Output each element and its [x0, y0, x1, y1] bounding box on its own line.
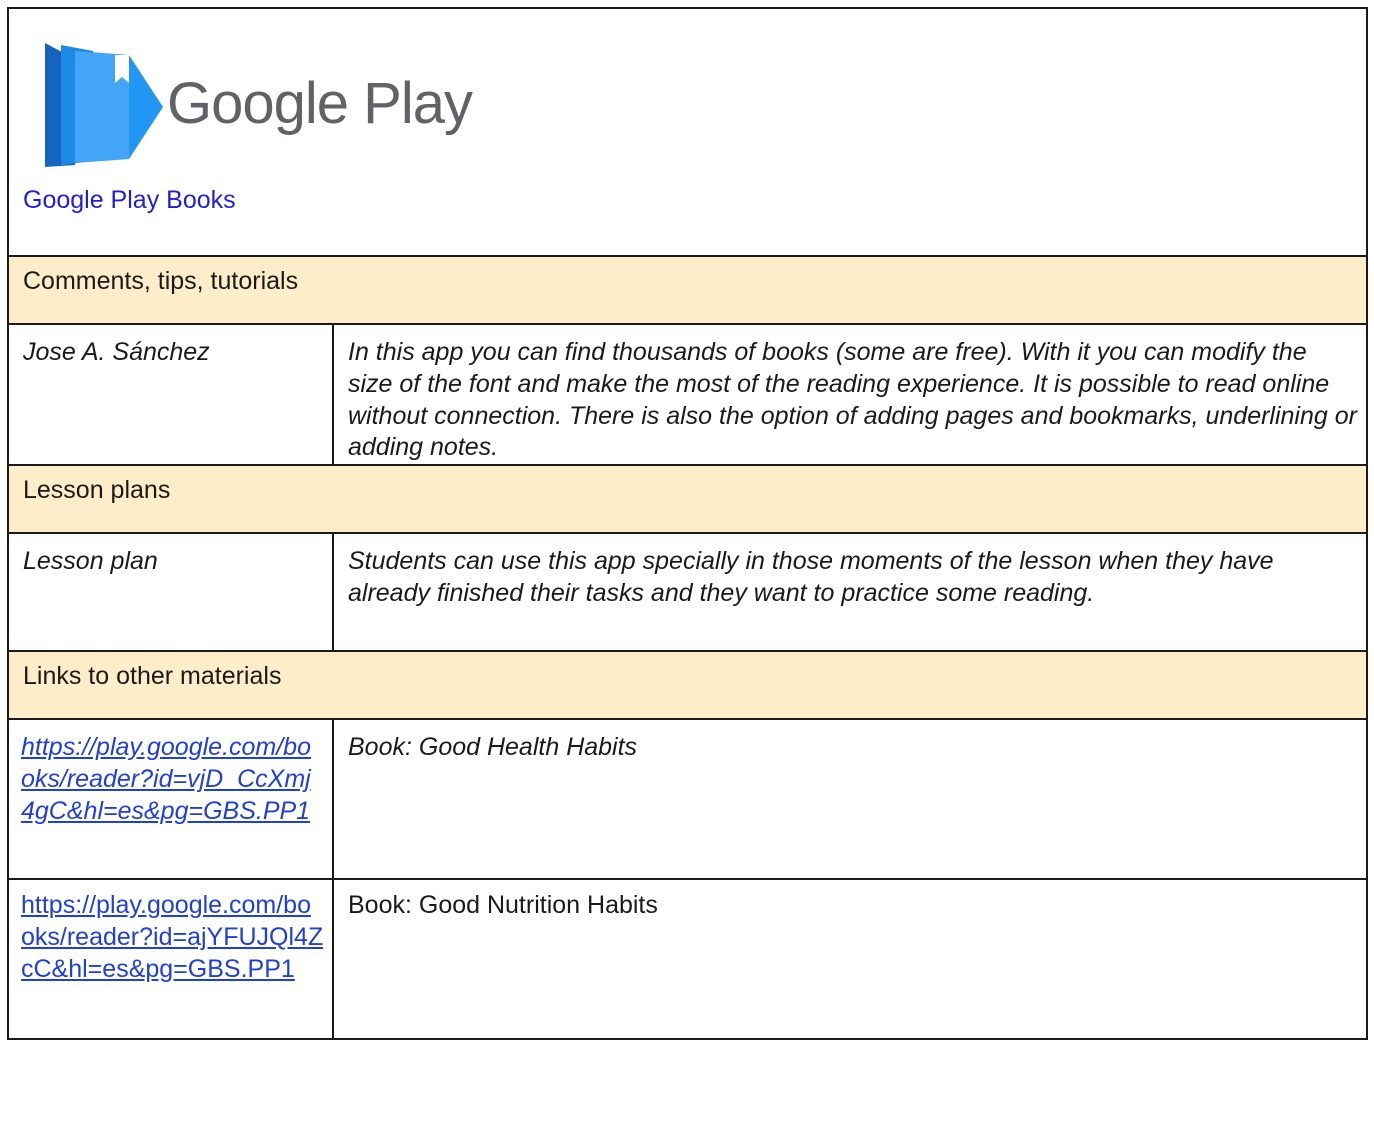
section-title-lessons: Lesson plans	[7, 464, 1368, 534]
google-play-books-icon	[45, 43, 163, 167]
app-name-link[interactable]: Google Play Books	[23, 185, 236, 217]
lesson-row: Lesson plan Students can use this app sp…	[7, 532, 1368, 652]
section-row-lessons: Lesson plans	[7, 464, 1368, 534]
section-title-links: Links to other materials	[7, 650, 1368, 720]
logo-wordmark: Google Play	[167, 71, 473, 137]
link-row: https://play.google.com/books/reader?id=…	[7, 718, 1368, 880]
book-link-health[interactable]: https://play.google.com/books/reader?id=…	[21, 732, 324, 827]
comment-row: Jose A. Sánchez In this app you can find…	[7, 323, 1368, 466]
comment-text: In this app you can find thousands of bo…	[332, 323, 1368, 466]
link-url-cell: https://play.google.com/books/reader?id=…	[7, 718, 334, 880]
lesson-label: Lesson plan	[7, 532, 334, 652]
google-play-logo: Google Play	[45, 39, 485, 175]
book-link-nutrition[interactable]: https://play.google.com/books/reader?id=…	[21, 890, 324, 985]
section-title-comments: Comments, tips, tutorials	[7, 255, 1368, 325]
section-row-links: Links to other materials	[7, 650, 1368, 720]
link-description: Book: Good Nutrition Habits	[332, 878, 1368, 1040]
link-url-cell: https://play.google.com/books/reader?id=…	[7, 878, 334, 1040]
lesson-text: Students can use this app specially in t…	[332, 532, 1368, 652]
link-description: Book: Good Health Habits	[332, 718, 1368, 880]
link-row: https://play.google.com/books/reader?id=…	[7, 878, 1368, 1040]
header-cell: Google Play Google Play Books	[7, 7, 1368, 257]
section-row-comments: Comments, tips, tutorials	[7, 255, 1368, 325]
comment-author: Jose A. Sánchez	[7, 323, 334, 466]
header-row: Google Play Google Play Books	[7, 7, 1368, 257]
app-info-table: Google Play Google Play Books Comments, …	[7, 7, 1368, 1040]
